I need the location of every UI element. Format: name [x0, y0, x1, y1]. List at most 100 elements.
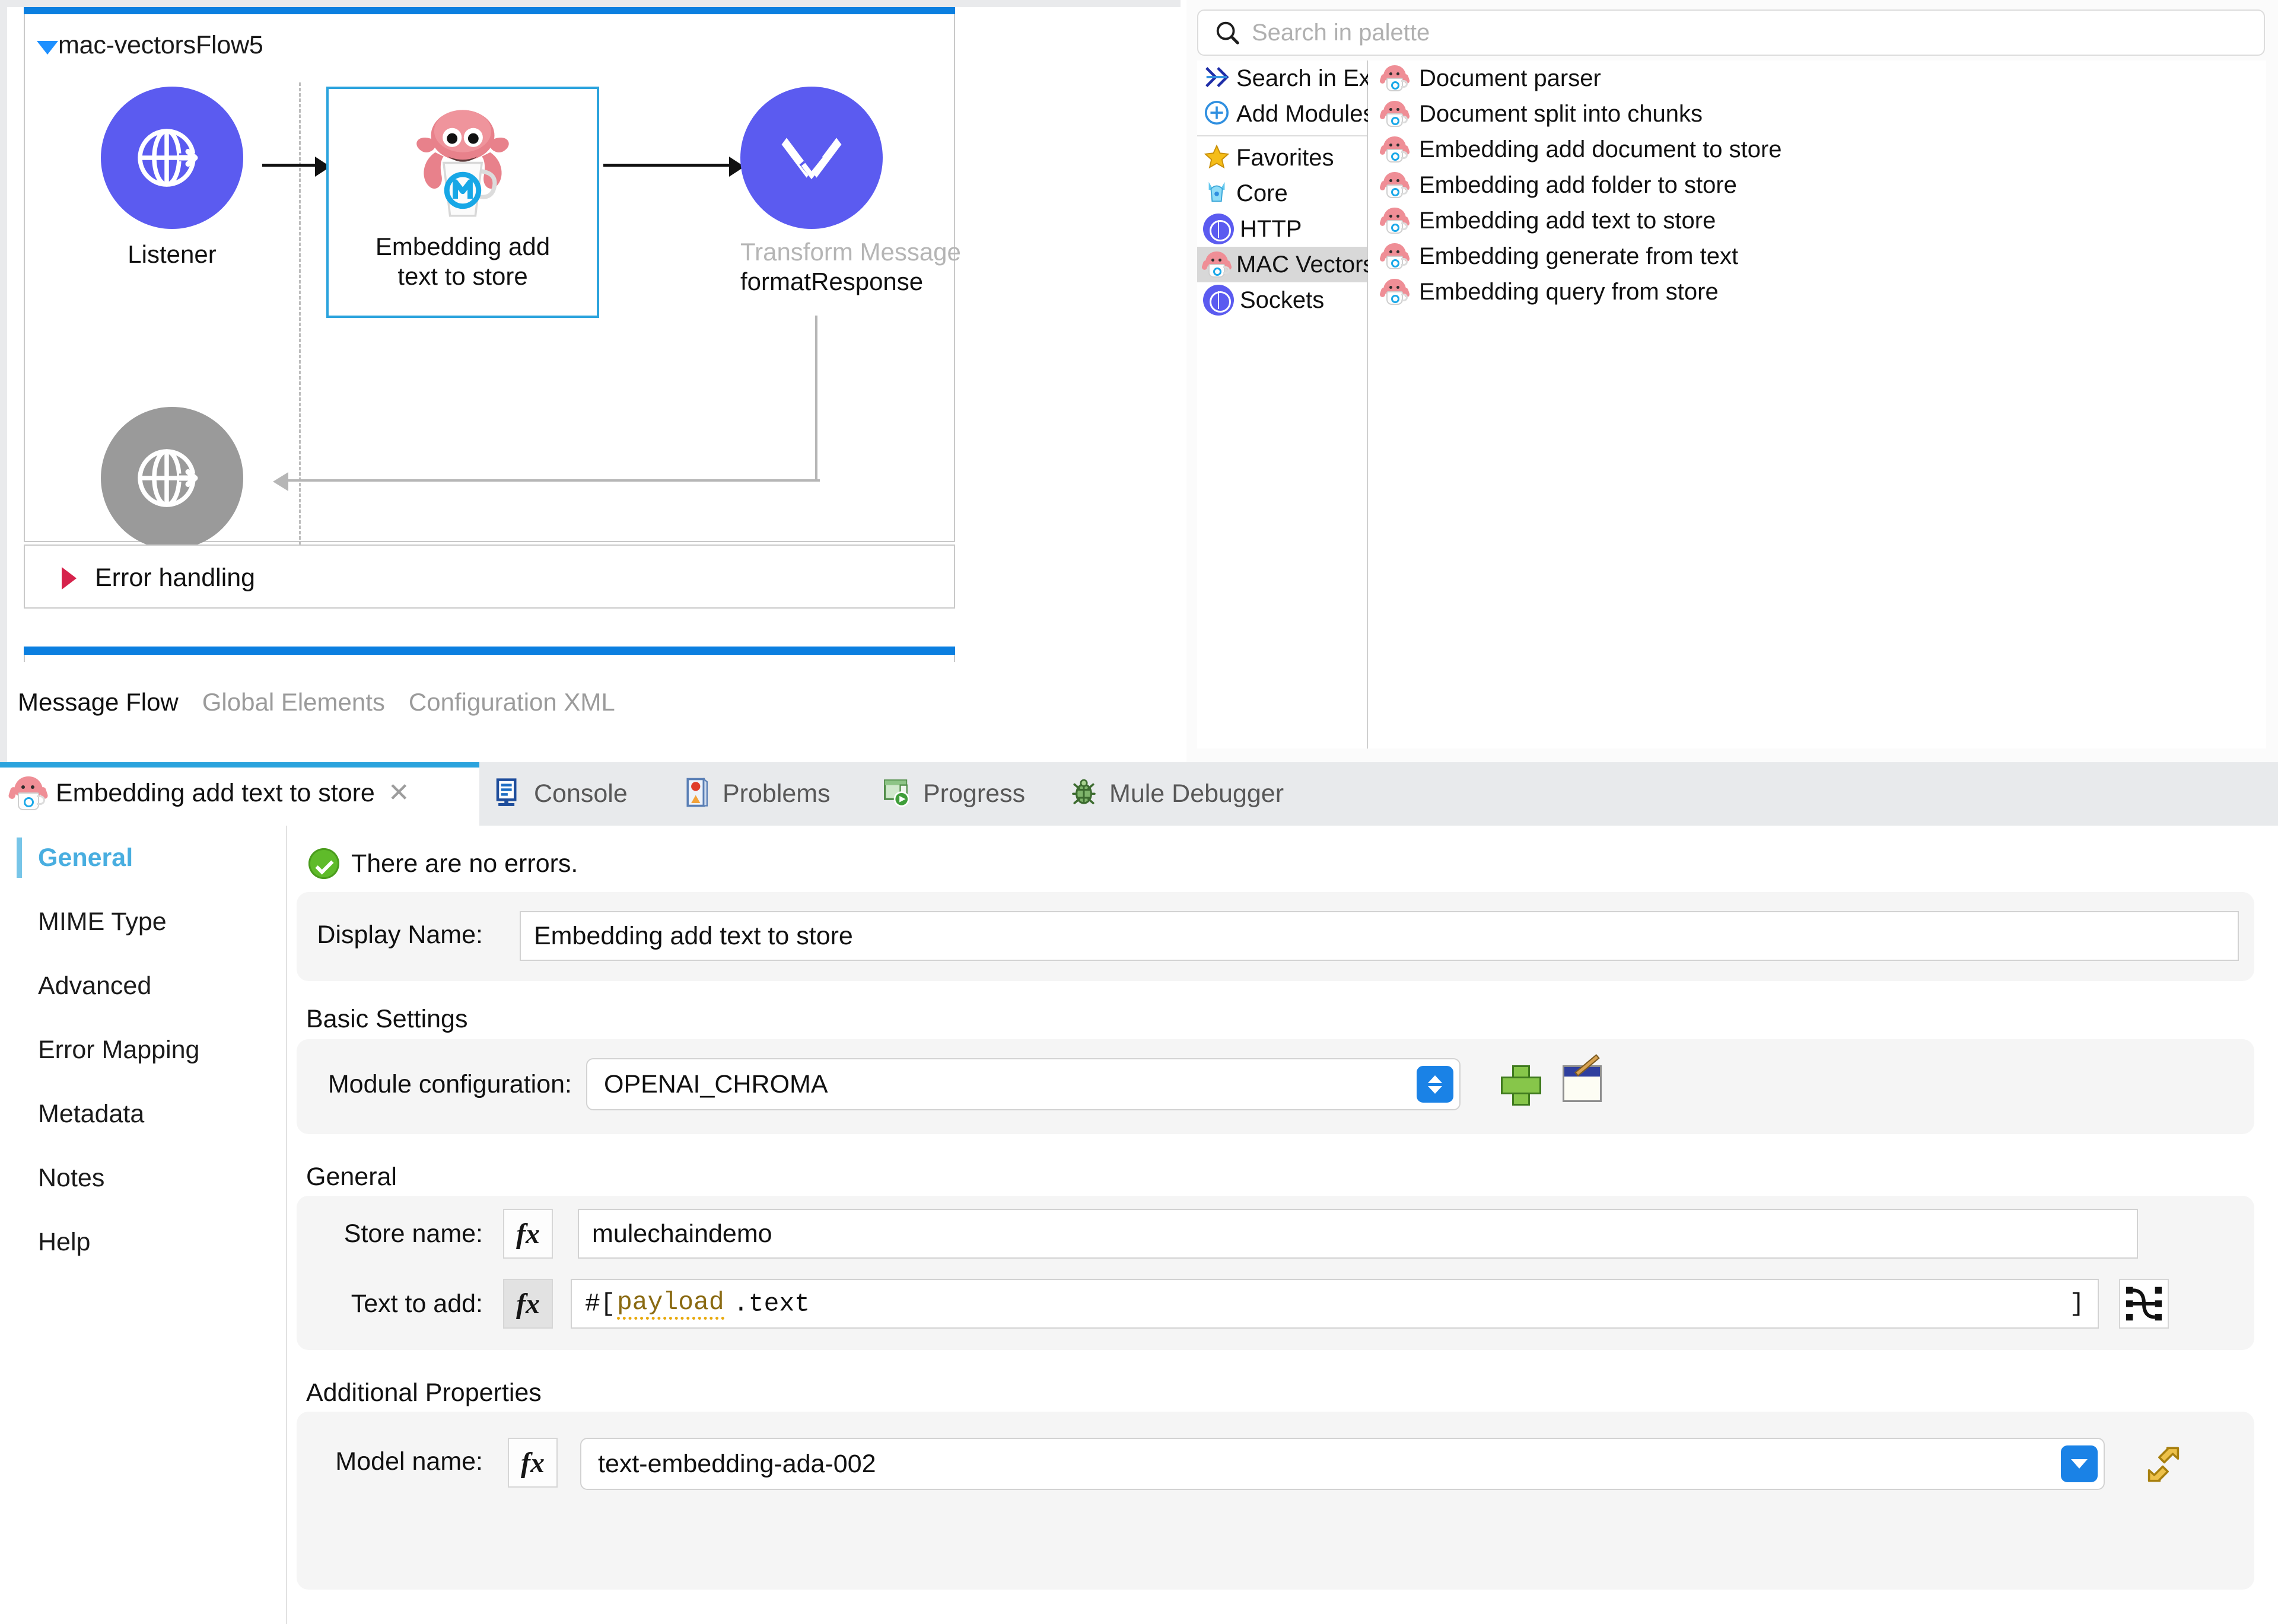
palette-operation-embedding-query-from-store[interactable]: Embedding query from store [1368, 274, 2266, 310]
model-name-select[interactable]: text-embedding-ada-002 [580, 1438, 2105, 1490]
flow-connector-arrow [603, 157, 745, 177]
text-to-add-expression-input[interactable]: #[ payload .text ] [571, 1279, 2099, 1329]
palette-operation-embedding-add-document-to-store[interactable]: Embedding add document to store [1368, 132, 2266, 167]
palette-category-favorites[interactable]: Favorites [1197, 140, 1367, 176]
sidebar-item-general[interactable]: General [0, 826, 286, 890]
datasense-mapper-icon[interactable] [2119, 1279, 2169, 1329]
module-configuration-select[interactable]: OPENAI_CHROMA [586, 1058, 1461, 1110]
progress-icon [882, 776, 914, 811]
close-icon[interactable]: ✕ [388, 780, 410, 806]
search-icon [1214, 19, 1241, 46]
chevron-updown-icon[interactable] [1417, 1066, 1453, 1103]
tab-console[interactable]: Console [492, 776, 628, 811]
fx-label: fx [516, 1218, 540, 1250]
store-name-input[interactable]: mulechaindemo [578, 1209, 2138, 1259]
palette-operation-label: Embedding generate from text [1419, 243, 1739, 269]
palette-operation-embedding-add-folder-to-store[interactable]: Embedding add folder to store [1368, 167, 2266, 203]
flow-accent-bar-secondary [24, 647, 955, 655]
palette-divider [1197, 135, 1367, 136]
error-handling-strip[interactable]: Error handling [24, 544, 955, 609]
palette-category-add-modules[interactable]: Add Modules [1197, 96, 1375, 132]
tab-label: Progress [923, 779, 1026, 808]
palette-operation-label: Embedding add folder to store [1419, 171, 1737, 198]
text-to-add-label: Text to add: [351, 1289, 483, 1318]
flow-collapse-caret-icon[interactable] [37, 41, 58, 55]
globe-icon [1203, 214, 1234, 244]
palette-category-list: Search in Exchange.. Add Modules Favorit… [1197, 60, 1462, 749]
sidebar-item-help[interactable]: Help [0, 1210, 286, 1274]
sidebar-item-notes[interactable]: Notes [0, 1146, 286, 1210]
store-name-fx-toggle[interactable]: fx [503, 1209, 553, 1259]
flow-canvas-panel: mac-vectorsFlow5 Listener Embedding add … [0, 0, 1181, 762]
flow-node-label-line1: Transform Message [740, 238, 961, 266]
display-name-input[interactable]: Embedding add text to store [520, 911, 2239, 961]
chevron-down-icon[interactable] [2061, 1445, 2098, 1482]
palette-operation-document-parser[interactable]: Document parser [1368, 60, 2266, 96]
properties-panel: Embedding add text to store ✕ Console Pr… [0, 762, 2278, 1624]
store-name-label: Store name: [343, 1219, 483, 1248]
tab-mule-debugger[interactable]: Mule Debugger [1068, 776, 1284, 811]
globe-arrow-icon [101, 87, 243, 229]
palette-category-mac-vectors[interactable]: MAC Vectors [1197, 247, 1375, 282]
top-area: mac-vectorsFlow5 Listener Embedding add … [0, 0, 2278, 762]
flow-body-secondary [24, 655, 955, 662]
console-icon [492, 776, 524, 811]
globe-icon [1203, 285, 1234, 316]
properties-sidebar: General MIME Type Advanced Error Mapping… [0, 826, 287, 1624]
tab-embedding-add-text-to-store[interactable]: Embedding add text to store ✕ [0, 762, 479, 826]
palette-category-search-in-exchange[interactable]: Search in Exchange.. [1197, 60, 1462, 96]
text-to-add-fx-toggle[interactable]: fx [503, 1279, 553, 1329]
properties-tab-bar: Embedding add text to store ✕ Console Pr… [0, 762, 2278, 826]
palette-category-core[interactable]: Core [1197, 176, 1367, 211]
general-group: Store name: fx mulechaindemo Text to add… [297, 1196, 2254, 1350]
flow-connector-arrow [262, 157, 330, 177]
general-heading: General [306, 1163, 397, 1191]
tab-label: Problems [723, 779, 831, 808]
flow-node-listener-response[interactable] [101, 407, 243, 549]
plus-green-icon[interactable] [1501, 1065, 1541, 1106]
tab-problems[interactable]: Problems [681, 776, 831, 811]
display-name-value: Embedding add text to store [534, 921, 853, 950]
palette-operation-document-split-into-chunks[interactable]: Document split into chunks [1368, 96, 2266, 132]
flow-node-embedding-add-text-to-store[interactable]: Embedding add text to store [326, 87, 599, 318]
edit-config-icon[interactable] [1563, 1054, 1602, 1102]
editor-tab-global-elements[interactable]: Global Elements [192, 688, 398, 717]
tab-progress[interactable]: Progress [882, 776, 1025, 811]
model-name-fx-toggle[interactable]: fx [508, 1438, 558, 1488]
palette-category-http[interactable]: HTTP [1197, 211, 1367, 247]
tab-active-accent [0, 762, 479, 768]
flow-node-label-line2: formatResponse [740, 267, 924, 295]
fx-label: fx [521, 1447, 545, 1479]
palette-operation-embedding-generate-from-text[interactable]: Embedding generate from text [1368, 238, 2266, 274]
display-name-label: Display Name: [317, 921, 483, 949]
mac-octopus-icon [1379, 278, 1411, 305]
flow-node-transform-message[interactable]: Transform Message formatResponse [740, 87, 961, 296]
additional-properties-group: Model name: fx text-embedding-ada-002 [297, 1412, 2254, 1590]
editor-tab-message-flow[interactable]: Message Flow [18, 688, 192, 717]
palette-search-field[interactable]: Search in palette [1197, 9, 2265, 56]
model-name-value: text-embedding-ada-002 [598, 1449, 876, 1478]
error-handling-label: Error handling [95, 563, 256, 592]
expand-caret-icon[interactable] [62, 567, 77, 590]
palette-operation-embedding-add-text-to-store[interactable]: Embedding add text to store [1368, 203, 2266, 238]
sidebar-item-error-mapping[interactable]: Error Mapping [0, 1018, 286, 1082]
basic-settings-group: Module configuration: OPENAI_CHROMA [297, 1039, 2254, 1134]
refresh-metadata-icon[interactable] [2140, 1441, 2183, 1484]
basic-settings-heading: Basic Settings [306, 1005, 468, 1033]
bug-icon [1068, 776, 1100, 811]
editor-view-tabs: Message Flow Global Elements Configurati… [18, 688, 628, 717]
mac-octopus-icon [1379, 207, 1411, 234]
sidebar-item-metadata[interactable]: Metadata [0, 1082, 286, 1146]
mac-octopus-icon [1379, 100, 1411, 128]
flow-body[interactable]: mac-vectorsFlow5 Listener Embedding add … [24, 14, 961, 549]
sidebar-item-advanced[interactable]: Advanced [0, 954, 286, 1018]
palette-operation-label: Embedding add text to store [1419, 207, 1716, 234]
palette-category-sockets[interactable]: Sockets [1197, 282, 1367, 318]
flow-accent-bar [24, 7, 955, 14]
editor-tab-configuration-xml[interactable]: Configuration XML [398, 688, 628, 717]
flow-node-listener[interactable]: Listener [101, 87, 243, 269]
flow-node-label-line1: Embedding add [375, 233, 551, 260]
tab-label: Mule Debugger [1109, 779, 1284, 808]
flow-response-connector [267, 316, 820, 491]
sidebar-item-mime-type[interactable]: MIME Type [0, 890, 286, 954]
